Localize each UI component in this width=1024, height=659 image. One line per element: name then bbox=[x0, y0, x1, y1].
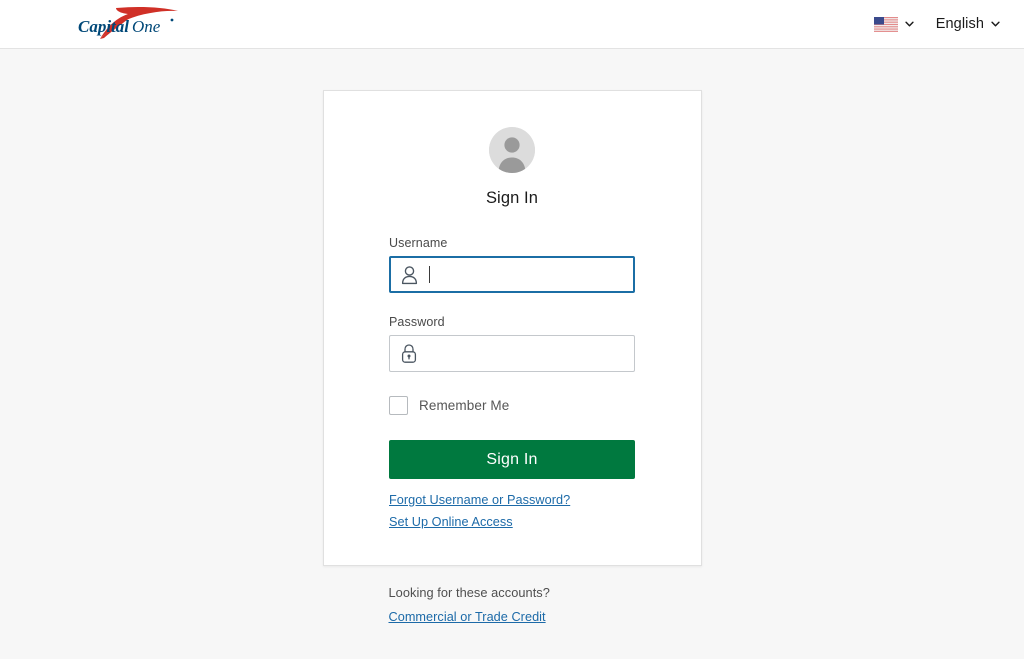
password-input[interactable] bbox=[389, 335, 635, 372]
chevron-down-icon bbox=[991, 21, 1000, 27]
lock-icon bbox=[401, 344, 417, 363]
set-up-online-access-link[interactable]: Set Up Online Access bbox=[389, 515, 513, 529]
other-accounts-section: Looking for these accounts? Commercial o… bbox=[323, 585, 702, 624]
page-title: Sign In bbox=[485, 189, 539, 207]
page-body: Sign In Username Password Remember Me Si… bbox=[0, 49, 1024, 659]
language-label: English bbox=[935, 16, 984, 32]
username-input[interactable] bbox=[389, 256, 635, 293]
sign-in-card: Sign In Username Password Remember Me Si… bbox=[322, 90, 702, 566]
remember-me-row[interactable]: Remember Me bbox=[389, 396, 635, 415]
forgot-credentials-link[interactable]: Forgot Username or Password? bbox=[389, 493, 570, 507]
country-selector[interactable] bbox=[873, 16, 914, 32]
field-spacer bbox=[389, 293, 635, 315]
remember-me-label[interactable]: Remember Me bbox=[419, 398, 509, 413]
chevron-down-icon bbox=[905, 21, 914, 27]
other-accounts-prompt: Looking for these accounts? bbox=[388, 585, 550, 600]
us-flag-icon bbox=[873, 16, 898, 32]
commercial-trade-credit-link[interactable]: Commercial or Trade Credit bbox=[389, 610, 546, 624]
remember-me-checkbox[interactable] bbox=[389, 396, 408, 415]
person-outline-icon bbox=[401, 265, 418, 284]
language-selector[interactable]: English bbox=[936, 16, 1000, 32]
text-caret bbox=[429, 266, 430, 283]
sign-in-button[interactable]: Sign In bbox=[389, 440, 635, 479]
header-controls: English bbox=[873, 16, 1000, 32]
avatar bbox=[489, 127, 535, 173]
svg-text:Capital: Capital bbox=[78, 17, 129, 36]
password-label: Password bbox=[389, 315, 445, 329]
capital-one-logo[interactable]: Capital One bbox=[76, 6, 194, 42]
help-links: Forgot Username or Password? Set Up Onli… bbox=[389, 493, 635, 529]
site-header: Capital One English bbox=[0, 0, 1024, 49]
username-label: Username bbox=[389, 236, 448, 250]
user-avatar-icon bbox=[489, 127, 535, 173]
sign-in-form: Username Password Remember Me Sign In Fo… bbox=[389, 236, 635, 529]
capital-one-logo-icon: Capital One bbox=[78, 7, 178, 39]
svg-text:One: One bbox=[132, 17, 161, 36]
